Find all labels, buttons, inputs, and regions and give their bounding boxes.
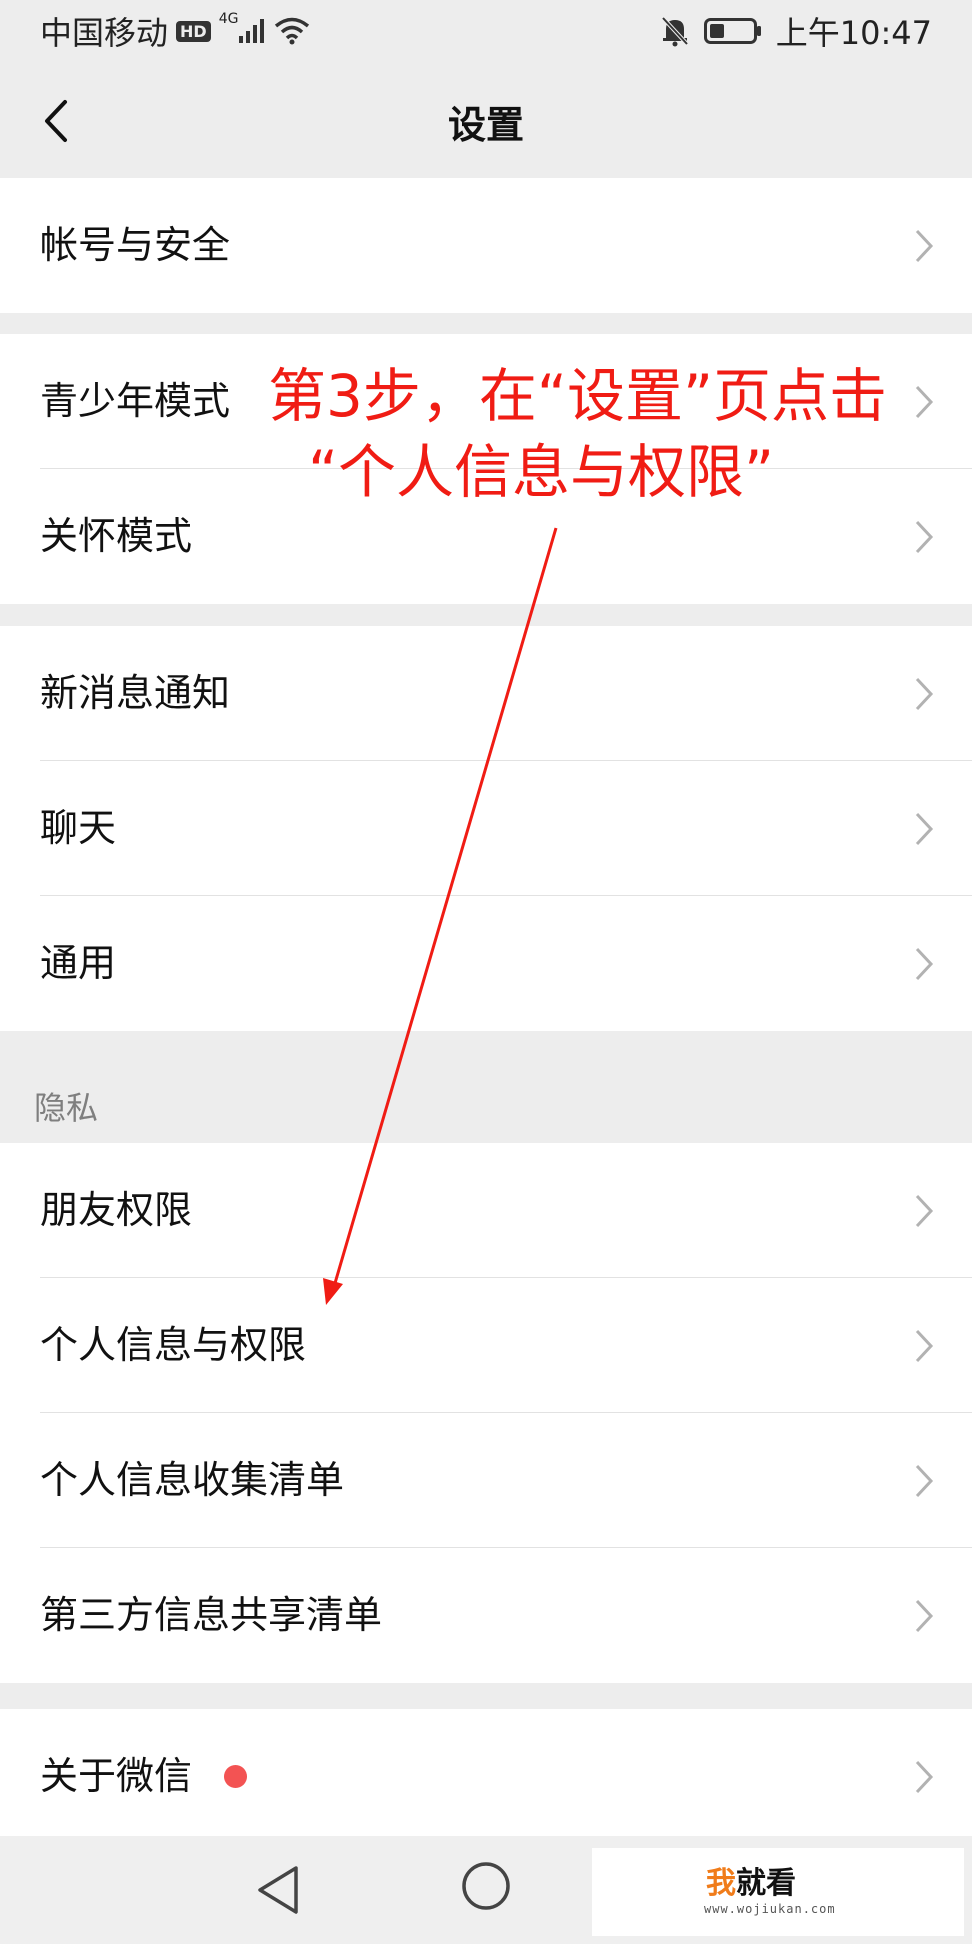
setting-label: 关怀模式	[40, 514, 193, 558]
setting-label: 个人信息收集清单	[40, 1458, 345, 1502]
network-type: 4G	[218, 11, 239, 27]
chevron-right-icon	[915, 947, 934, 980]
setting-row-friend-permissions[interactable]: 朋友权限	[0, 1143, 972, 1278]
setting-row-third-party-sharing[interactable]: 第三方信息共享清单	[0, 1548, 972, 1683]
watermark-rest: 就看	[736, 1866, 796, 1901]
new-badge-dot	[224, 1765, 247, 1788]
setting-row-personal-info-permissions[interactable]: 个人信息与权限	[0, 1278, 972, 1413]
chevron-right-icon	[915, 1464, 934, 1497]
carrier-name: 中国移动	[40, 14, 169, 52]
setting-row-personal-info-collection[interactable]: 个人信息收集清单	[0, 1413, 972, 1548]
chevron-right-icon	[915, 1760, 934, 1793]
annotation-line-1: 第3步，在“设置”页点击	[268, 362, 887, 430]
settings-group-general: 新消息通知 聊天 通用	[0, 626, 972, 1031]
wifi-icon	[275, 17, 310, 45]
chevron-right-icon	[915, 229, 934, 262]
nav-back-icon[interactable]	[250, 1862, 306, 1918]
chevron-right-icon	[915, 677, 934, 710]
nav-bar: 设置	[0, 64, 972, 176]
status-left: 中国移动 HD 4G	[40, 8, 310, 54]
setting-row-account-security[interactable]: 帐号与安全	[0, 178, 972, 313]
setting-row-about-wechat[interactable]: 关于微信	[0, 1709, 972, 1836]
settings-group-privacy: 朋友权限 个人信息与权限 个人信息收集清单 第三方信息共享清单	[0, 1143, 972, 1683]
setting-label: 个人信息与权限	[40, 1323, 307, 1367]
watermark: 我就看 www.wojiukan.com	[592, 1848, 964, 1936]
hd-badge: HD	[176, 20, 211, 42]
setting-label: 关于微信	[40, 1754, 193, 1798]
setting-row-general[interactable]: 通用	[0, 896, 972, 1031]
chevron-right-icon	[915, 812, 934, 845]
annotation-line-2: “个人信息与权限”	[308, 438, 775, 506]
clock: 上午10:47	[775, 14, 932, 52]
mute-bell-icon	[661, 16, 689, 47]
chevron-right-icon	[915, 1194, 934, 1227]
settings-group-account: 帐号与安全	[0, 178, 972, 313]
signal-icon	[239, 19, 265, 43]
settings-group-about: 关于微信	[0, 1709, 972, 1836]
setting-label: 朋友权限	[40, 1188, 193, 1232]
chevron-right-icon	[915, 1599, 934, 1632]
nav-home-icon[interactable]	[460, 1860, 512, 1912]
setting-label: 通用	[40, 941, 117, 985]
setting-label: 第三方信息共享清单	[40, 1593, 383, 1637]
tutorial-annotation: 第3步，在“设置”页点击 “个人信息与权限”	[268, 358, 972, 510]
chevron-right-icon	[915, 520, 934, 553]
status-bar: 中国移动 HD 4G 上午10:47	[0, 0, 972, 64]
status-right: 上午10:47	[660, 8, 932, 54]
setting-label: 新消息通知	[40, 671, 231, 715]
setting-label: 青少年模式	[40, 379, 231, 423]
page-title: 设置	[447, 103, 524, 147]
watermark-highlight: 我	[706, 1866, 736, 1901]
setting-row-notifications[interactable]: 新消息通知	[0, 626, 972, 761]
chevron-right-icon	[915, 1329, 934, 1362]
section-header-privacy: 隐私	[34, 1089, 99, 1127]
setting-row-chat[interactable]: 聊天	[0, 761, 972, 896]
battery-icon	[703, 18, 761, 44]
watermark-brand: 我就看	[706, 1858, 796, 1902]
watermark-url: www.wojiukan.com	[704, 1902, 836, 1916]
setting-label: 帐号与安全	[40, 223, 231, 267]
setting-label: 聊天	[40, 806, 117, 850]
